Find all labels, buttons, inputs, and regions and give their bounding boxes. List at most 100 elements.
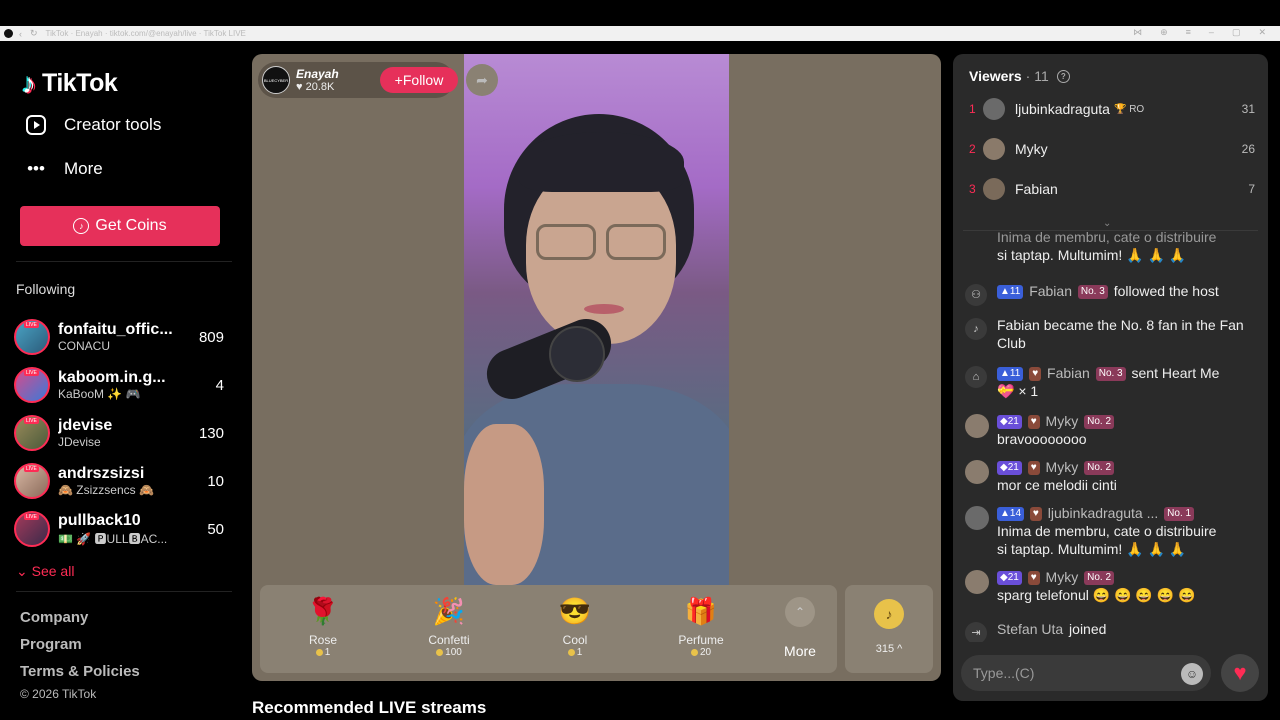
like-heart-button[interactable]: ♥ [1221, 654, 1259, 692]
avatar [983, 98, 1005, 120]
sidebar: ♪ TikTok Creator tools ••• More ♪ Get Co… [0, 41, 240, 720]
following-heading: Following [16, 281, 76, 297]
chat-username[interactable]: Myky [1046, 569, 1079, 585]
back-arrow-icon[interactable]: ‹ [19, 29, 22, 39]
chat-message: ◆21 ♥ Myky No. 2 bravoooooooo [963, 412, 1263, 448]
host-avatar[interactable]: BLUECYBER [262, 66, 290, 94]
following-sub: KaBooM ✨ 🎮 [58, 387, 141, 401]
host-name[interactable]: Enayah [296, 67, 339, 81]
logo-wordmark: TikTok [42, 69, 118, 97]
more-gifts-button[interactable]: ⌃ More [764, 585, 836, 673]
reload-icon[interactable]: ↻ [30, 28, 38, 39]
message-text: Inima de membru, cate o distribuire [997, 232, 1217, 245]
menu-icon[interactable]: ≡ [1186, 27, 1191, 38]
follow-user-icon: ⚇ [965, 284, 987, 306]
footer-links: Company Program Terms & Policies [20, 609, 140, 690]
chat-username[interactable]: Fabian [1047, 365, 1090, 381]
following-item[interactable]: LIVE pullback10 💵 🚀 🅿ULL🅱AC... 50 [14, 505, 230, 553]
fan-heart-badge: ♥ [1027, 571, 1040, 585]
viewer-name: ljubinkadraguta [1015, 101, 1110, 117]
chat-username[interactable]: ljubinkadraguta ... [1048, 505, 1159, 521]
avatar[interactable] [965, 570, 989, 594]
help-icon[interactable]: ? [1056, 69, 1070, 83]
viewer-count: 130 [198, 424, 224, 442]
coin-icon [690, 649, 698, 656]
message-text: si taptap. Multumim! 🙏 🙏 🙏 [997, 541, 1187, 557]
avatar[interactable] [965, 506, 989, 530]
footer-link-company[interactable]: Company [20, 609, 140, 636]
following-name: pullback10 [58, 511, 141, 529]
footer-link-program[interactable]: Program [20, 636, 140, 663]
chat-input[interactable]: Type...(C) [961, 655, 1211, 691]
following-name: jdevise [58, 417, 113, 434]
rank-value: No. 1 [1167, 508, 1192, 519]
chevron-down-icon[interactable]: ⌄ [1103, 218, 1111, 229]
gift-confetti[interactable]: 🎉 Confetti 100 [386, 585, 512, 673]
rank-badge: No. 1 [1164, 507, 1195, 521]
viewer-score: 31 [1241, 102, 1255, 116]
emoji-icon[interactable]: ☺ [1181, 663, 1203, 685]
viewer-name: Myky [1015, 141, 1048, 157]
address-bar[interactable]: TikTok · Enayah · tiktok.com/@enayah/liv… [46, 29, 246, 38]
follow-button[interactable]: + Follow [380, 67, 458, 93]
live-badge: LIVE [24, 370, 39, 376]
gift-rose[interactable]: 🌹 Rose 1 [260, 585, 386, 673]
chat-username[interactable]: Fabian [1029, 283, 1072, 299]
share-button[interactable]: ➦ [466, 64, 498, 96]
chat-username[interactable]: Myky [1046, 459, 1079, 475]
close-icon[interactable]: ✕ [1258, 27, 1266, 38]
live-video[interactable] [464, 54, 729, 585]
following-item[interactable]: LIVE fonfaitu_offic... CONACU 809 [14, 313, 230, 361]
sidebar-item-more[interactable]: ••• More [24, 157, 103, 181]
gift-price-value: 100 [445, 647, 462, 658]
maximize-icon[interactable]: ▢ [1232, 27, 1241, 38]
zoom-icon[interactable]: ⊕ [1160, 27, 1168, 38]
caret-up-icon: ^ [897, 643, 903, 655]
get-coins-label: Get Coins [95, 217, 167, 234]
viewer-rank: 1 [969, 102, 976, 116]
avatar: LIVE [14, 463, 50, 499]
top-viewer-row[interactable]: 3 Fabian 7 [969, 174, 1255, 204]
perfume-icon: 🎁 [684, 595, 718, 626]
gift-name: Perfume [678, 633, 724, 647]
footer-link-terms[interactable]: Terms & Policies [20, 663, 140, 690]
live-badge: LIVE [24, 418, 39, 424]
coin-balance-button[interactable]: ♪ 315 ^ [845, 585, 933, 673]
following-item[interactable]: LIVE andrszsizsi 🙈 Zsizzsencs 🙈 10 [14, 457, 230, 505]
sidebar-item-creator-tools[interactable]: Creator tools [24, 113, 161, 137]
chat-message: Inima de membru, cate o distribuire si ta… [963, 232, 1263, 264]
chat-message: ⚇ ▲11 Fabian No. 3 followed the host [963, 282, 1263, 306]
tiktok-note-icon: ♪ [965, 318, 987, 340]
viewer-count: 809 [198, 328, 224, 346]
following-item[interactable]: LIVE jdevise JDevise 130 [14, 409, 230, 457]
top-viewer-row[interactable]: 1 ljubinkadraguta 🏆 RO 31 [969, 94, 1255, 124]
gift-price: 20 [690, 647, 711, 658]
minimize-icon[interactable]: – [1209, 27, 1214, 38]
tiktok-logo[interactable]: ♪ TikTok [22, 69, 118, 98]
chat-username[interactable]: Myky [1046, 413, 1079, 429]
level-value: 21 [1007, 416, 1019, 427]
see-all-link[interactable]: ⌄ See all [16, 563, 74, 580]
viewer-count: 10 [207, 472, 224, 490]
avatar[interactable] [965, 414, 989, 438]
chat-username[interactable]: Stefan Uta [997, 621, 1063, 637]
get-coins-button[interactable]: ♪ Get Coins [20, 206, 220, 246]
extension-icon[interactable]: ⋈ [1133, 27, 1142, 38]
fan-heart-badge: ♥ [1029, 367, 1042, 381]
message-text: bravoooooooo [997, 431, 1087, 447]
top-viewer-row[interactable]: 2 Myky 26 [969, 134, 1255, 164]
message-text: sparg telefonul 😄 😄 😄 😄 😄 [997, 587, 1196, 603]
share-arrow-icon: ➦ [476, 71, 488, 88]
gift-cool[interactable]: 😎 Cool 1 [512, 585, 638, 673]
following-name: fonfaitu_offic... [58, 321, 173, 338]
level-badge: ▲14 [997, 507, 1025, 521]
coin-icon [315, 649, 323, 656]
host-info[interactable]: BLUECYBER Enayah ♥ 20.8K + Follow [258, 62, 458, 98]
viewer-count: 4 [215, 376, 224, 394]
following-item[interactable]: LIVE kaboom.in.g... KaBooM ✨ 🎮 4 [14, 361, 230, 409]
chat-divider [963, 230, 1258, 231]
level-badge: ◆21 [997, 415, 1022, 429]
avatar[interactable] [965, 460, 989, 484]
heart-icon: ♥ [296, 81, 303, 93]
gift-perfume[interactable]: 🎁 Perfume 20 [638, 585, 764, 673]
